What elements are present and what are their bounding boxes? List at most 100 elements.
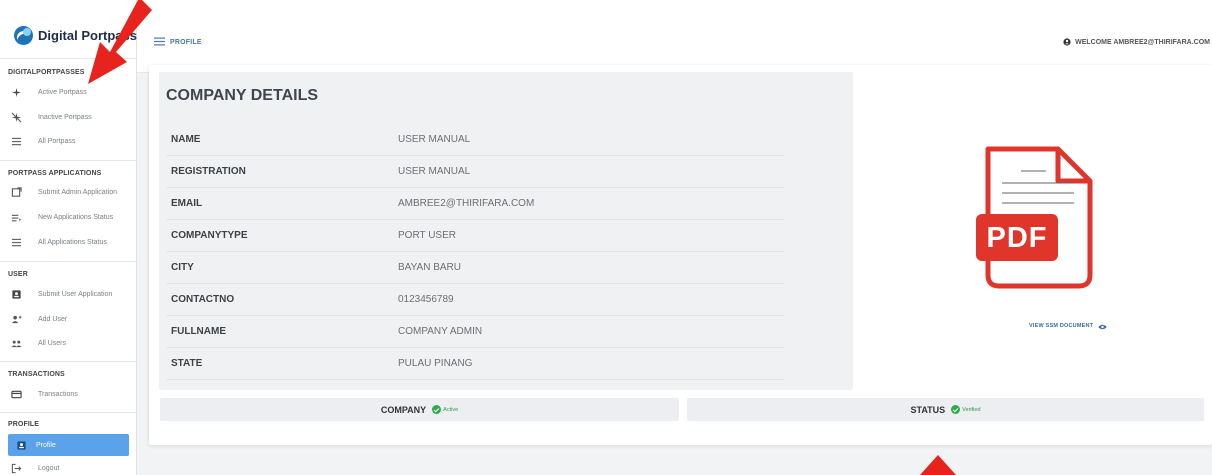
sidebar-item-all-users[interactable]: All Users bbox=[0, 333, 137, 353]
topbar: PROFILE WELCOME AMBREE2@THIRIFARA.COM bbox=[137, 0, 1212, 73]
sidebar: Digital Portpass DIGITALPORTPASSES Activ… bbox=[0, 0, 137, 475]
ssm-link-label: VIEW SSM DOCUMENT bbox=[1029, 323, 1094, 329]
user-circle-icon bbox=[1063, 33, 1071, 51]
company-details-title: COMPANY DETAILS bbox=[166, 87, 319, 104]
detail-value: 0123456789 bbox=[398, 294, 454, 305]
brand-name: Digital Portpass bbox=[38, 27, 137, 43]
profile-icon bbox=[16, 440, 27, 451]
sidebar-item-label: Add User bbox=[38, 315, 68, 323]
company-status-bar: COMPANY Active bbox=[160, 398, 679, 421]
detail-row-city: CITY BAYAN BARU bbox=[166, 252, 784, 284]
sidebar-item-add-user[interactable]: Add User bbox=[0, 309, 137, 329]
users-icon bbox=[11, 338, 22, 349]
company-label: COMPANY bbox=[380, 404, 427, 415]
check-circle-icon bbox=[432, 405, 442, 414]
status-badge: Verified bbox=[951, 405, 981, 414]
sidebar-item-label: Transactions bbox=[38, 390, 78, 398]
sidebar-item-all-applications-status[interactable]: All Applications Status bbox=[0, 232, 137, 252]
sidebar-heading-profile: PROFILE bbox=[8, 421, 40, 428]
detail-value: PORT USER bbox=[398, 230, 456, 241]
sidebar-item-label: All Users bbox=[38, 339, 67, 347]
annotation-arrow-icon bbox=[920, 455, 956, 475]
detail-value: BAYAN BARU bbox=[398, 262, 461, 273]
sidebar-item-logout[interactable]: Logout bbox=[0, 458, 137, 475]
pdf-label: PDF bbox=[986, 222, 1048, 254]
user-welcome[interactable]: WELCOME AMBREE2@THIRIFARA.COM bbox=[1063, 33, 1210, 51]
breadcrumb: PROFILE bbox=[154, 33, 202, 51]
new-list-icon bbox=[11, 212, 22, 223]
detail-key: COMPANYTYPE bbox=[171, 230, 248, 241]
plane-off-icon bbox=[11, 112, 22, 123]
detail-value: USER MANUAL bbox=[398, 166, 471, 177]
sidebar-heading-transactions: TRANSACTIONS bbox=[8, 371, 65, 378]
breadcrumb-profile[interactable]: PROFILE bbox=[170, 39, 202, 46]
sidebar-heading-digitalportpasses: DIGITALPORTPASSES bbox=[8, 69, 85, 76]
sidebar-heading-user: USER bbox=[8, 271, 28, 278]
hamburger-menu-icon[interactable] bbox=[154, 33, 165, 51]
sidebar-divider bbox=[0, 361, 137, 362]
detail-key: STATE bbox=[171, 358, 203, 369]
detail-key: CITY bbox=[171, 262, 194, 273]
detail-row-email: EMAIL AMBREE2@THIRIFARA.COM bbox=[166, 188, 784, 220]
form-icon bbox=[11, 186, 22, 198]
sidebar-item-submit-admin-application[interactable]: Submit Admin Application bbox=[0, 182, 137, 202]
sidebar-item-label: Inactive Portpass bbox=[38, 113, 92, 121]
verification-status-bar: STATUS Verified bbox=[687, 398, 1204, 421]
sidebar-item-label: New Applications Status bbox=[38, 213, 114, 221]
sidebar-item-inactive-portpass[interactable]: Inactive Portpass bbox=[0, 107, 137, 127]
detail-value: AMBREE2@THIRIFARA.COM bbox=[398, 198, 535, 209]
sidebar-divider bbox=[0, 58, 137, 59]
list-icon bbox=[11, 136, 22, 147]
view-ssm-document-link[interactable]: VIEW SSM DOCUMENT bbox=[1029, 317, 1107, 335]
detail-key: EMAIL bbox=[171, 198, 203, 209]
sidebar-item-profile[interactable]: Profile bbox=[8, 434, 129, 456]
sidebar-item-transactions[interactable]: Transactions bbox=[0, 384, 137, 404]
list-icon bbox=[11, 237, 22, 248]
detail-row-fullname: FULLNAME COMPANY ADMIN bbox=[166, 316, 784, 348]
sidebar-item-submit-user-application[interactable]: Submit User Application bbox=[0, 284, 137, 304]
detail-key: NAME bbox=[171, 134, 201, 145]
pdf-document-icon[interactable]: PDF bbox=[974, 145, 1094, 290]
detail-row-companytype: COMPANYTYPE PORT USER bbox=[166, 220, 784, 252]
card-icon bbox=[11, 389, 22, 400]
company-details-panel: COMPANY DETAILS NAME USER MANUAL REGISTR… bbox=[159, 72, 853, 390]
sidebar-item-label: Logout bbox=[38, 464, 60, 472]
status-badge-text: Verified bbox=[962, 406, 981, 413]
profile-card: COMPANY DETAILS NAME USER MANUAL REGISTR… bbox=[149, 65, 1212, 445]
plane-icon bbox=[11, 87, 22, 98]
detail-row-contactno: CONTACTNO 0123456789 bbox=[166, 284, 784, 316]
detail-row-registration: REGISTRATION USER MANUAL bbox=[166, 156, 784, 188]
status-label: STATUS bbox=[910, 404, 946, 415]
add-user-icon bbox=[11, 314, 22, 325]
sidebar-item-new-applications-status[interactable]: New Applications Status bbox=[0, 207, 137, 227]
brand-logo-icon bbox=[14, 25, 33, 45]
sidebar-item-label: All Portpass bbox=[38, 137, 76, 145]
detail-value: COMPANY ADMIN bbox=[398, 326, 483, 337]
logout-icon bbox=[11, 463, 22, 474]
brand[interactable]: Digital Portpass bbox=[14, 25, 137, 45]
id-badge-icon bbox=[11, 289, 22, 300]
status-badge-text: Active bbox=[443, 406, 459, 413]
detail-row-state: STATE PULAU PINANG bbox=[166, 348, 784, 380]
sidebar-divider bbox=[0, 261, 137, 262]
sidebar-item-label: Active Portpass bbox=[38, 88, 87, 96]
sidebar-item-label: Profile bbox=[36, 441, 56, 449]
eye-icon bbox=[1098, 317, 1107, 335]
sidebar-divider bbox=[0, 412, 137, 413]
sidebar-item-active-portpass[interactable]: Active Portpass bbox=[0, 82, 137, 102]
detail-key: REGISTRATION bbox=[171, 166, 246, 177]
sidebar-heading-portpass-applications: PORTPASS APPLICATIONS bbox=[8, 170, 102, 177]
sidebar-item-all-portpass[interactable]: All Portpass bbox=[0, 131, 137, 151]
check-circle-icon bbox=[951, 405, 961, 414]
detail-key: FULLNAME bbox=[171, 326, 226, 337]
sidebar-item-label: All Applications Status bbox=[38, 238, 107, 246]
sidebar-item-label: Submit Admin Application bbox=[38, 188, 117, 196]
detail-key: CONTACTNO bbox=[171, 294, 235, 305]
detail-value: PULAU PINANG bbox=[398, 358, 473, 369]
detail-value: USER MANUAL bbox=[398, 134, 471, 145]
sidebar-divider bbox=[0, 160, 137, 161]
welcome-text: WELCOME AMBREE2@THIRIFARA.COM bbox=[1075, 38, 1210, 46]
sidebar-item-label: Submit User Application bbox=[38, 290, 113, 298]
status-badge: Active bbox=[432, 405, 458, 414]
detail-row-name: NAME USER MANUAL bbox=[166, 124, 784, 156]
